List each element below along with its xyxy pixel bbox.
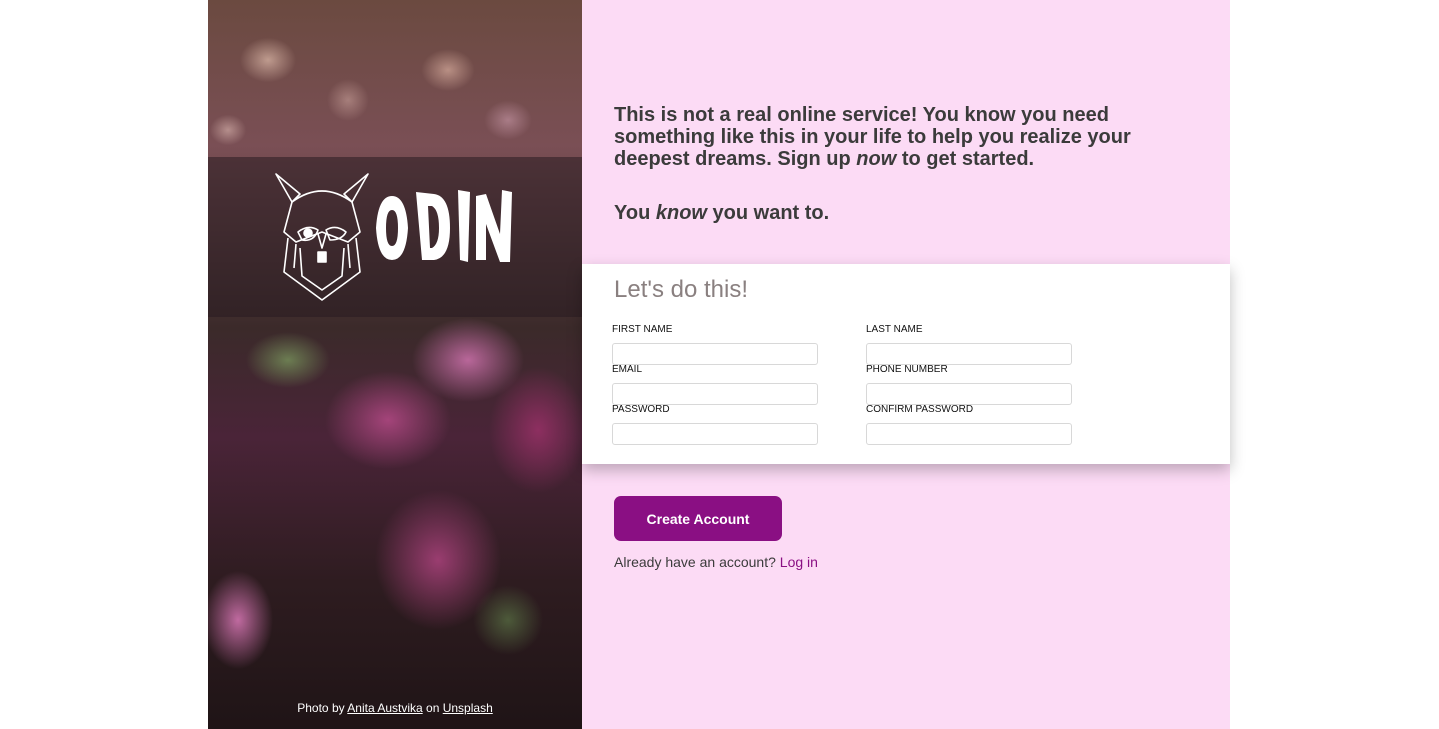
photo-credit: Photo by Anita Austvika on Unsplash xyxy=(208,701,582,715)
password-input[interactable] xyxy=(612,423,818,445)
hero-image-panel: Photo by Anita Austvika on Unsplash xyxy=(208,0,582,729)
form-title: Let's do this! xyxy=(614,276,748,303)
email-label: EMAIL xyxy=(612,364,643,375)
first-name-field: FIRST NAME xyxy=(612,324,818,365)
login-link[interactable]: Log in xyxy=(780,554,818,570)
confirm-password-input[interactable] xyxy=(866,423,1072,445)
signup-page: Photo by Anita Austvika on Unsplash This… xyxy=(208,0,1230,729)
signup-form: Let's do this! FIRST NAME LAST NAME EMAI… xyxy=(582,264,1230,464)
photo-credit-middle: on xyxy=(426,701,440,715)
tagline-end: you want to. xyxy=(712,202,830,224)
unsplash-link[interactable]: Unsplash xyxy=(443,701,493,715)
last-name-label: LAST NAME xyxy=(866,324,923,335)
email-input[interactable] xyxy=(612,383,818,405)
password-label: PASSWORD xyxy=(612,404,670,415)
login-prompt-text: Already have an account? xyxy=(614,554,776,570)
tagline-emphasis: know xyxy=(655,202,707,224)
first-name-input[interactable] xyxy=(612,343,818,365)
create-account-button[interactable]: Create Account xyxy=(614,496,782,541)
viking-helmet-icon xyxy=(275,173,369,301)
last-name-field: LAST NAME xyxy=(866,324,1072,365)
intro-text-end: to get started. xyxy=(901,148,1035,170)
tagline: You know you want to. xyxy=(614,202,1204,224)
last-name-input[interactable] xyxy=(866,343,1072,365)
intro-paragraph: This is not a real online service! You k… xyxy=(614,104,1204,170)
intro-text: This is not a real online service! You k… xyxy=(614,104,1204,224)
confirm-password-label: CONFIRM PASSWORD xyxy=(866,404,974,415)
email-field: EMAIL xyxy=(612,364,818,405)
tagline-start: You xyxy=(614,202,651,224)
phone-field: PHONE NUMBER xyxy=(866,364,1072,405)
signup-panel: This is not a real online service! You k… xyxy=(582,0,1230,729)
photo-credit-prefix: Photo by xyxy=(297,701,345,715)
phone-input[interactable] xyxy=(866,383,1072,405)
confirm-password-field: CONFIRM PASSWORD xyxy=(866,404,1072,445)
intro-emphasis: now xyxy=(856,148,897,170)
login-prompt: Already have an account? Log in xyxy=(614,554,818,570)
first-name-label: FIRST NAME xyxy=(612,324,673,335)
phone-label: PHONE NUMBER xyxy=(866,364,948,375)
odin-logo xyxy=(275,173,512,301)
photo-author-link[interactable]: Anita Austvika xyxy=(347,701,422,715)
password-field: PASSWORD xyxy=(612,404,818,445)
